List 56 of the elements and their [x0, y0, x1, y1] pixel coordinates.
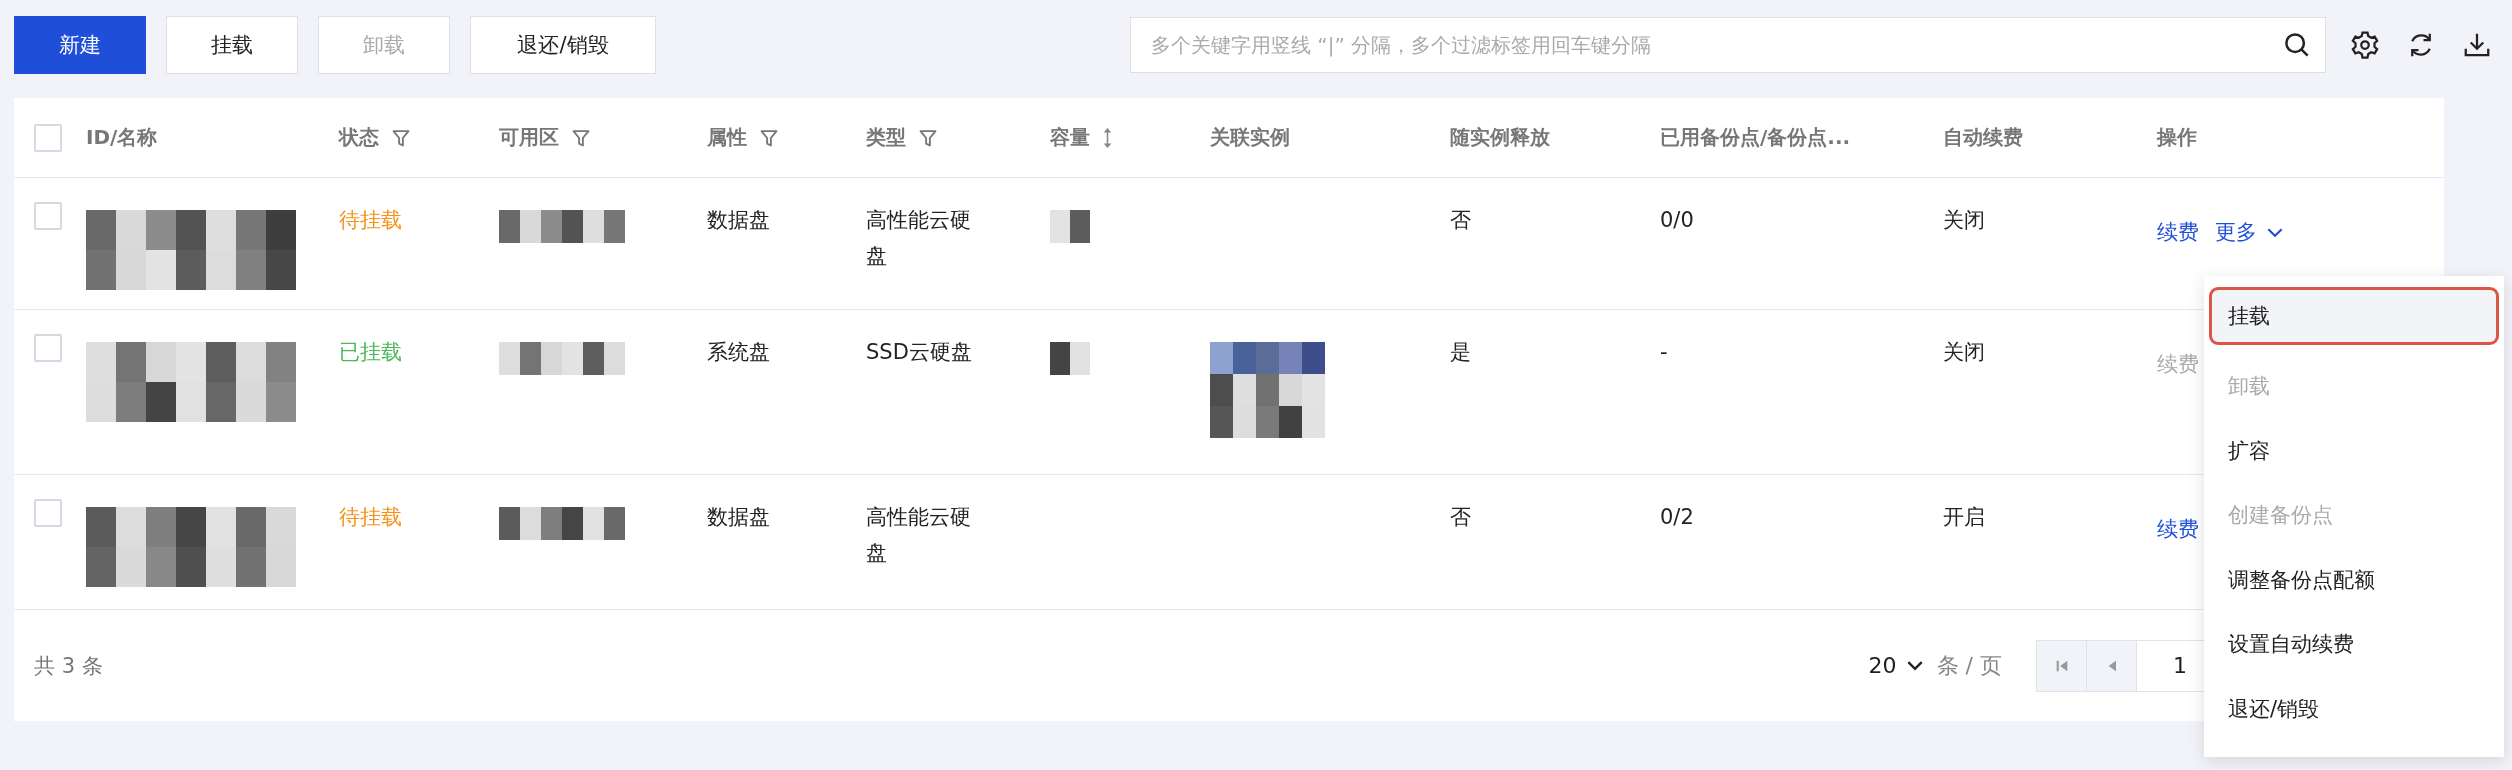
total-count: 共 3 条	[34, 652, 103, 680]
table-cell-text: 系统盘	[707, 339, 770, 366]
filter-icon[interactable]	[391, 127, 411, 148]
column-header: 容量	[1050, 124, 1090, 151]
table-cell-text: 高性能云硬盘	[866, 207, 972, 270]
status-label: 待挂载	[339, 207, 402, 234]
column-header: 已用备份点/备份点...	[1660, 124, 1851, 151]
sort-icon[interactable]	[1102, 126, 1113, 149]
toolbar-button[interactable]: 新建	[14, 16, 146, 74]
page-size-select[interactable]: 20	[1868, 653, 1923, 678]
column-header: 可用区	[499, 124, 559, 151]
column-header: 随实例释放	[1450, 124, 1550, 151]
toolbar-button[interactable]: 退还/销毁	[470, 16, 656, 74]
table-cell-text: 否	[1450, 504, 1471, 531]
caret-icon	[1906, 660, 1923, 671]
table-cell-text: 关闭	[1943, 339, 1985, 366]
table-cell-text: SSD云硬盘	[866, 339, 973, 366]
toolbar-button[interactable]: 挂载	[166, 16, 298, 74]
table-cell-text: 数据盘	[707, 207, 770, 234]
filter-icon[interactable]	[759, 127, 779, 148]
status-label: 已挂载	[339, 339, 402, 366]
renew-link[interactable]: 续费	[2157, 511, 2199, 547]
table-cell-text: 否	[1450, 207, 1471, 234]
caret-icon	[2267, 226, 2283, 238]
column-header: 类型	[866, 124, 906, 151]
column-header: 属性	[707, 124, 747, 151]
table-cell-text: 高性能云硬盘	[866, 504, 972, 567]
table-cell-text: -	[1660, 339, 1668, 366]
checkbox[interactable]	[34, 334, 62, 362]
menu-item[interactable]: 挂载	[2212, 290, 2496, 342]
table-cell-text: 0/0	[1660, 207, 1694, 234]
status-label: 待挂载	[339, 504, 402, 531]
menu-item[interactable]: 扩容	[2212, 418, 2496, 483]
menu-item[interactable]: 退还/销毁	[2212, 676, 2496, 741]
checkbox[interactable]	[34, 123, 62, 152]
column-header: ID/名称	[86, 124, 158, 151]
table-cell-text: 是	[1450, 339, 1471, 366]
table-cell-text: 0/2	[1660, 504, 1694, 531]
column-header: 状态	[339, 124, 379, 151]
filter-icon[interactable]	[571, 127, 591, 148]
menu-item[interactable]: 调整备份点配额	[2212, 547, 2496, 612]
settings-icon[interactable]	[2350, 30, 2380, 60]
column-header: 自动续费	[1943, 124, 2023, 151]
table-cell-text: 关闭	[1943, 207, 1985, 234]
page-size-unit: 条 / 页	[1936, 651, 2002, 680]
checkbox[interactable]	[34, 202, 62, 230]
filter-icon[interactable]	[918, 127, 938, 148]
menu-item[interactable]: 设置自动续费	[2212, 612, 2496, 677]
column-header: 关联实例	[1210, 124, 1290, 151]
table-cell-text: 开启	[1943, 504, 1985, 531]
search-field[interactable]: 多个关键字用竖线 “|” 分隔，多个过滤标签用回车键分隔	[1130, 17, 2326, 73]
column-header: 操作	[2157, 124, 2197, 151]
more-dropdown[interactable]: 更多	[2215, 214, 2283, 250]
renew-link[interactable]: 续费	[2157, 214, 2199, 250]
table-cell-text: 数据盘	[707, 504, 770, 531]
checkbox[interactable]	[34, 499, 62, 527]
